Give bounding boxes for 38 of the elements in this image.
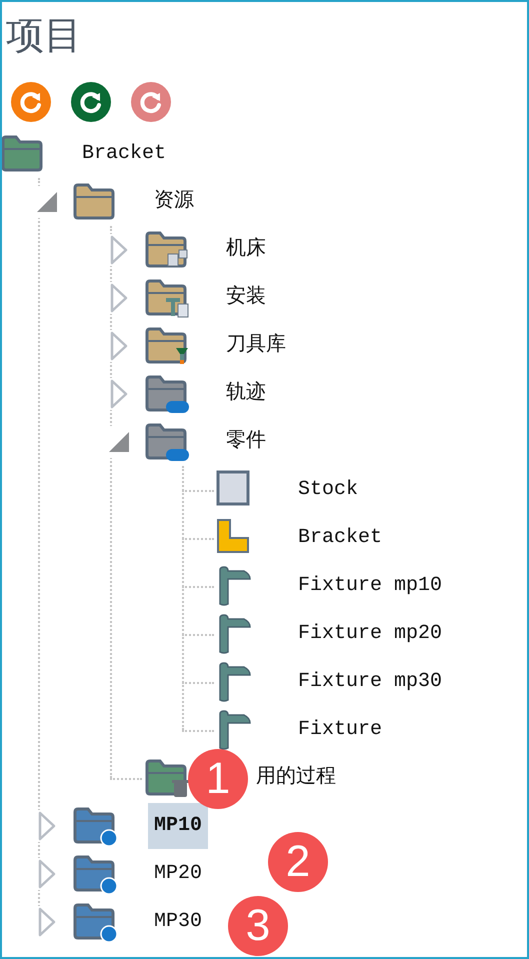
l-shape-icon (216, 518, 250, 554)
square-block-icon (216, 470, 250, 506)
folder-with-dot-icon (72, 854, 118, 894)
folder-with-dot-icon (72, 806, 118, 846)
tree-item-label[interactable]: Fixture mp10 (292, 563, 448, 609)
tree-item-label[interactable]: MP10 (148, 803, 208, 849)
tree-item-label[interactable]: Fixture (292, 707, 388, 753)
folder-with-cubes-icon (144, 230, 190, 270)
folder-with-tag-icon (144, 422, 190, 462)
refresh-button[interactable] (11, 82, 51, 122)
tree-item-label[interactable]: Bracket (292, 515, 388, 561)
refresh-icon (138, 89, 164, 115)
tree-item-label[interactable]: 用的过程 (250, 755, 342, 801)
number-badge: 2 (268, 832, 328, 892)
tree-item-label[interactable]: 零件 (220, 419, 272, 465)
tree-item-label[interactable]: Bracket (76, 131, 172, 177)
panel-title: 项目 (5, 12, 83, 59)
tree-item-label[interactable]: 刀具库 (220, 323, 292, 369)
folder-with-tool-icon (144, 326, 190, 366)
refresh-button[interactable] (131, 82, 171, 122)
tree-item-label[interactable]: 安装 (220, 275, 272, 321)
tree-item-label[interactable]: 机床 (220, 227, 272, 273)
tree-item-label[interactable]: Fixture mp20 (292, 611, 448, 657)
tree-item-label[interactable]: MP30 (148, 899, 208, 945)
folder-with-tag-icon (144, 374, 190, 414)
refresh-icon (78, 89, 104, 115)
tree-item-label[interactable]: MP20 (148, 851, 208, 897)
folder-with-trash-icon (144, 758, 190, 798)
tree-item-label[interactable]: 资源 (148, 179, 200, 225)
tree-item-label[interactable]: 轨迹 (220, 371, 272, 417)
tree-item-label[interactable]: Stock (292, 467, 364, 513)
folder-with-dot-icon (72, 902, 118, 942)
tree-item-label[interactable]: Fixture mp30 (292, 659, 448, 705)
folder-with-clamp-icon (144, 278, 190, 318)
refresh-icon (18, 89, 44, 115)
number-badge: 3 (228, 896, 288, 956)
refresh-button[interactable] (71, 82, 111, 122)
number-badge: 1 (188, 749, 248, 809)
